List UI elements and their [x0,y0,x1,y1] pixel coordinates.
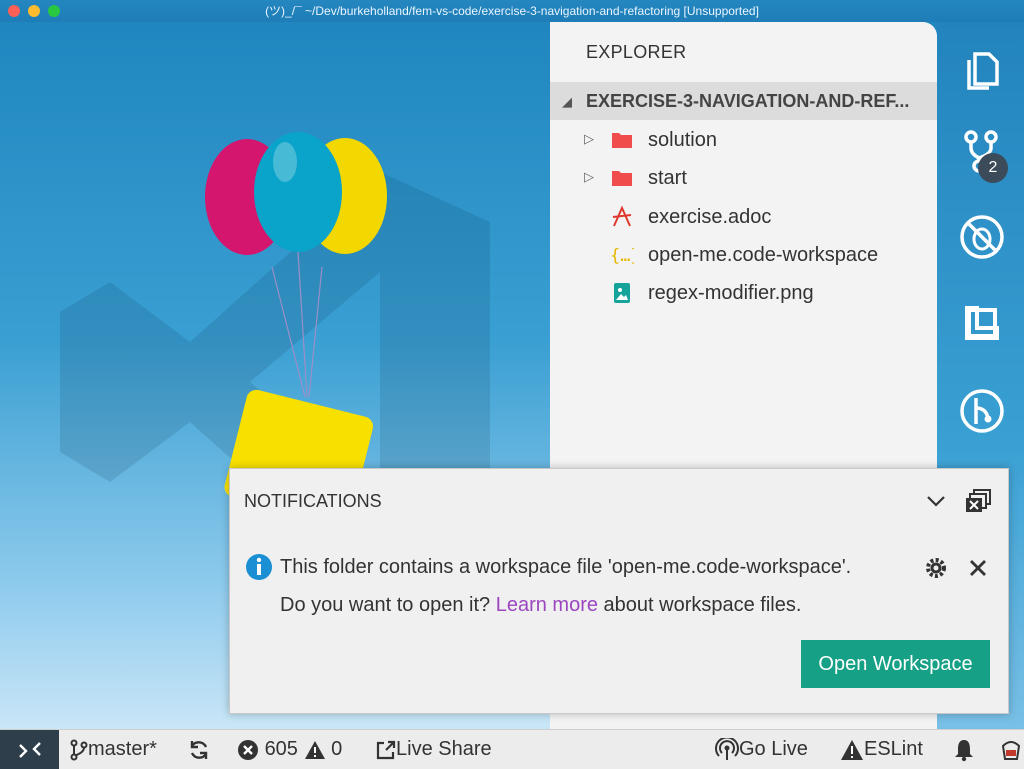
folder-icon [612,133,632,148]
tree-item-label: solution [648,129,717,151]
error-count: 605 [264,738,298,760]
status-bar: master* 605 0 Live Share Go Live ESLint [0,729,1024,769]
svg-text:{…}: {…} [610,246,634,266]
learn-more-link[interactable]: Learn more [496,594,598,616]
tree-item-label: open-me.code-workspace [648,244,879,266]
open-workspace-button[interactable]: Open Workspace [801,640,990,688]
paint-bucket-icon [1001,740,1021,760]
message-text: about workspace files. [597,594,802,616]
notifications-panel: NOTIFICATIONS This folder contains a wor… [229,468,1009,714]
remote-indicator[interactable] [0,730,59,769]
title-bar: (ツ)_/¯ ~/Dev/burkeholland/fem-vs-code/ex… [0,0,1024,22]
sync-icon [190,740,208,759]
live-share-label: Live Share [396,738,492,760]
close-icon[interactable] [969,559,987,577]
broadcast-icon [715,736,739,760]
clear-all-notifications-icon[interactable] [964,488,992,514]
warning-icon [841,739,863,760]
live-share-status[interactable]: Live Share [376,730,492,769]
notifications-title: NOTIFICATIONS [244,491,382,511]
go-live-label: Go Live [739,738,808,760]
problems-status[interactable]: 605 0 [237,730,342,769]
remote-icon [19,742,41,758]
workspace-folder-header[interactable]: ◢ EXERCISE-3-NAVIGATION-AND-REF... [550,82,937,120]
bell-icon [955,739,973,761]
branch-status[interactable]: master* [70,730,157,769]
maximize-window-button[interactable] [48,5,60,17]
folder-icon [612,171,632,186]
notification-message: This folder contains a workspace file 'o… [280,556,852,578]
live-share-icon [376,740,396,759]
git-branch-icon [70,739,88,761]
go-live-status[interactable]: Go Live [715,730,808,769]
chevron-right-icon: ▷ [584,169,594,184]
tree-item-start[interactable]: ▷ start [550,159,937,197]
error-icon [238,739,258,760]
eslint-status[interactable]: ESLint [840,730,923,769]
warning-icon [304,740,325,759]
tree-item-regex-png[interactable]: regex-modifier.png [550,274,937,312]
asciidoc-file-icon [612,205,632,227]
tree-item-label: start [648,167,687,189]
explorer-files-icon[interactable] [959,46,1005,92]
workspace-file-icon: {…} [610,246,634,266]
info-icon [246,554,272,580]
tree-item-exercise-adoc[interactable]: exercise.adoc [550,198,937,236]
git-lens-icon[interactable] [959,388,1005,434]
chevron-right-icon: ▷ [584,131,594,146]
eslint-label: ESLint [864,738,923,760]
tree-item-workspace-file[interactable]: {…} open-me.code-workspace [550,236,937,274]
minimize-window-button[interactable] [28,5,40,17]
extension-status[interactable] [1000,730,1022,769]
image-file-icon [614,283,630,303]
workspace-folder-name: EXERCISE-3-NAVIGATION-AND-REF... [586,91,910,111]
notifications-bell[interactable] [953,730,975,769]
warning-count: 0 [331,738,343,760]
window-controls [8,5,60,17]
tree-item-label: exercise.adoc [648,206,772,228]
close-window-button[interactable] [8,5,20,17]
tree-item-label: regex-modifier.png [648,282,814,304]
message-text: Do you want to open it? [280,594,496,616]
tree-item-solution[interactable]: ▷ solution [550,121,937,159]
blue-balloon [254,132,342,252]
debug-icon[interactable] [959,214,1005,260]
window-title: (ツ)_/¯ ~/Dev/burkeholland/fem-vs-code/ex… [265,4,759,18]
chevron-down-icon[interactable] [924,489,948,513]
sync-status[interactable] [188,730,210,769]
source-control-badge: 2 [978,153,1008,183]
explorer-title: EXPLORER [586,42,687,62]
notification-message-line2: Do you want to open it? Learn more about… [280,594,801,617]
chevron-down-icon: ◢ [562,94,572,109]
extensions-icon[interactable] [959,300,1005,346]
branch-name: master* [88,738,157,760]
gear-icon[interactable] [923,555,949,581]
